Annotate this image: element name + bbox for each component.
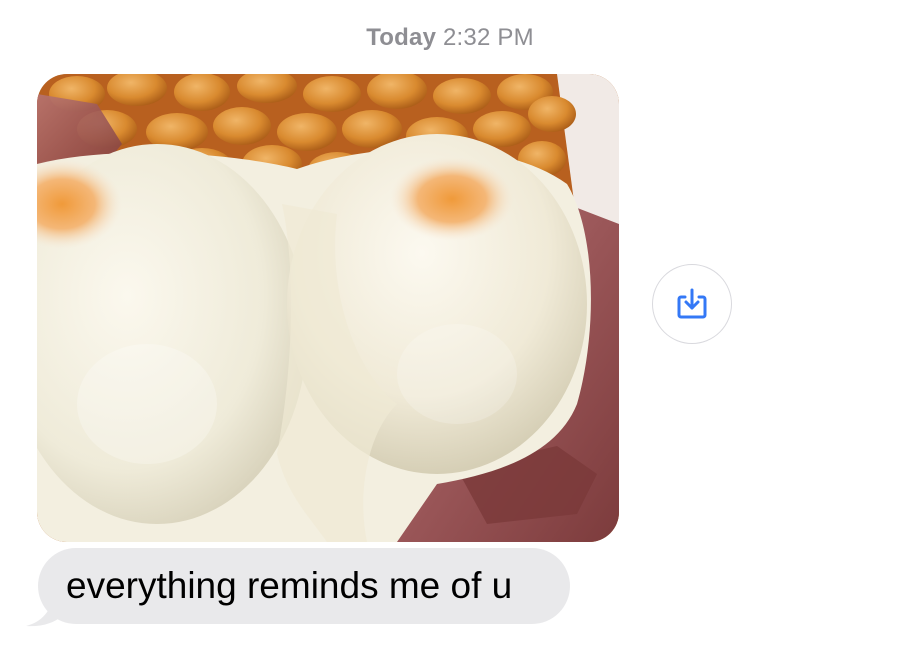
message-photo (37, 74, 619, 542)
message-text: everything reminds me of u (66, 565, 513, 606)
square-arrow-down-icon (677, 288, 707, 319)
timestamp-time: 2:32 PM (443, 24, 534, 51)
message-thread: Today 2:32 PM everything reminds me of u (0, 0, 900, 654)
save-image-button[interactable] (652, 264, 732, 344)
timestamp-day: Today (366, 24, 437, 51)
message-timestamp: Today 2:32 PM (0, 24, 900, 52)
image-message[interactable] (37, 74, 619, 542)
text-message[interactable]: everything reminds me of u (38, 548, 570, 624)
